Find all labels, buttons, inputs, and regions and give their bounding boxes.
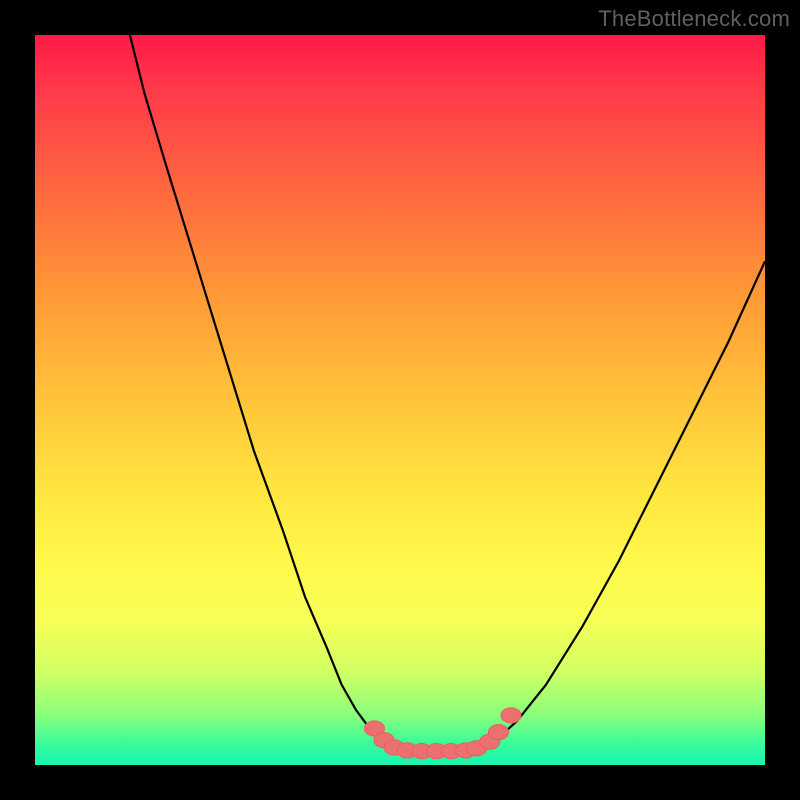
chart-frame: TheBottleneck.com bbox=[0, 0, 800, 800]
plot-area bbox=[35, 35, 765, 765]
beads-group bbox=[364, 708, 521, 759]
plot-svg bbox=[35, 35, 765, 765]
curve-path bbox=[130, 35, 765, 751]
watermark-text: TheBottleneck.com bbox=[598, 6, 790, 32]
bead-marker bbox=[501, 708, 521, 723]
bead-marker bbox=[489, 725, 509, 740]
